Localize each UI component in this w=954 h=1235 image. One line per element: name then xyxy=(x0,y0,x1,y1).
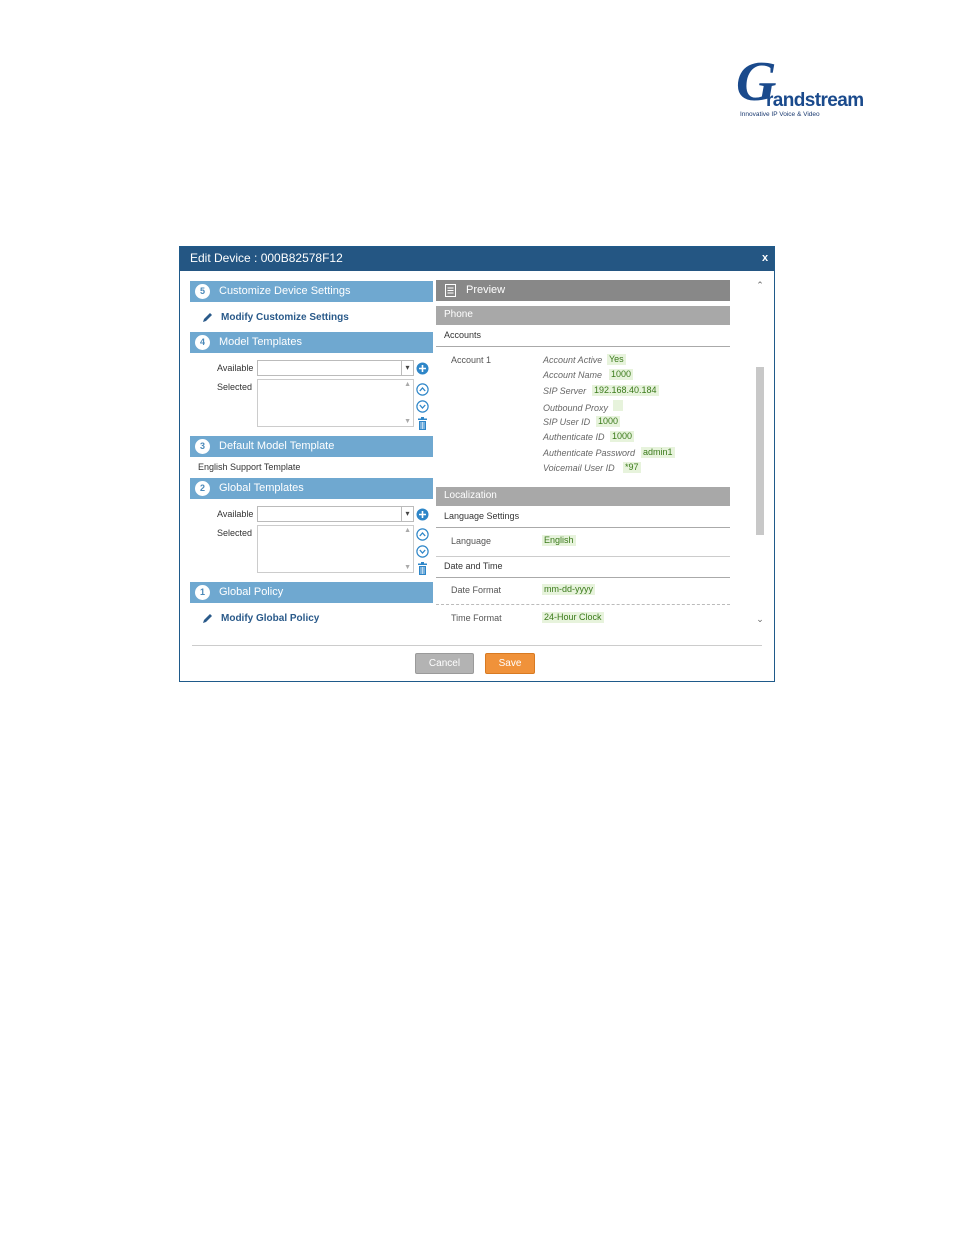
time-format-value: 24-Hour Clock xyxy=(542,612,604,623)
model-available-select[interactable]: ▾ xyxy=(257,360,414,376)
field-key: SIP User ID xyxy=(543,417,591,427)
default-template-value: English Support Template xyxy=(198,462,301,472)
scrollbar-thumb[interactable] xyxy=(756,367,764,535)
time-format-label: Time Format xyxy=(451,613,502,623)
date-time-subheader: Date and Time xyxy=(436,558,730,578)
field-value: *97 xyxy=(623,462,641,473)
language-value: English xyxy=(542,535,576,546)
pencil-icon xyxy=(203,313,212,322)
section-global-policy[interactable]: 1 Global Policy xyxy=(190,582,433,603)
section-label: Model Templates xyxy=(219,336,302,348)
field-value: Yes xyxy=(607,354,626,365)
section-global-templates[interactable]: 2 Global Templates xyxy=(190,478,433,499)
available-label: Available xyxy=(217,363,254,373)
dialog-titlebar: Edit Device : 000B82578F12 x xyxy=(180,247,774,271)
footer-divider xyxy=(192,645,762,646)
date-format-value: mm-dd-yyyy xyxy=(542,584,595,595)
divider xyxy=(436,604,730,605)
link-label: Modify Customize Settings xyxy=(221,312,349,323)
field-key: Authenticate Password xyxy=(543,448,636,458)
field-key: Account Active xyxy=(543,355,603,365)
cancel-button[interactable]: Cancel xyxy=(415,653,474,674)
trash-icon[interactable] xyxy=(416,562,429,575)
edit-device-dialog: Edit Device : 000B82578F12 x 5 Customize… xyxy=(179,246,775,682)
field-key: Outbound Proxy xyxy=(543,403,609,413)
preview-header: Preview xyxy=(436,280,730,301)
selected-label: Selected xyxy=(217,382,253,392)
logo-word: randstream xyxy=(766,90,864,111)
trash-icon[interactable] xyxy=(416,417,429,430)
language-settings-subheader: Language Settings xyxy=(436,508,730,528)
selected-label: Selected xyxy=(217,528,253,538)
global-selected-list[interactable]: ▲ ▼ xyxy=(257,525,414,573)
field-key: Authenticate ID xyxy=(543,432,605,442)
section-default-model-template[interactable]: 3 Default Model Template xyxy=(190,436,433,457)
section-model-templates[interactable]: 4 Model Templates xyxy=(190,332,433,353)
language-label: Language xyxy=(451,536,492,546)
date-format-label: Date Format xyxy=(451,585,502,595)
add-icon[interactable] xyxy=(416,362,429,375)
scroll-down-icon: ▼ xyxy=(404,564,411,571)
field-key: Account Name xyxy=(543,370,603,380)
global-available-select[interactable]: ▾ xyxy=(257,506,414,522)
step-number: 5 xyxy=(195,284,210,299)
field-key: SIP Server xyxy=(543,386,587,396)
field-value: 1000 xyxy=(609,369,634,380)
divider xyxy=(436,556,730,557)
step-number: 3 xyxy=(195,439,210,454)
close-button[interactable]: x xyxy=(762,252,768,264)
move-up-icon[interactable] xyxy=(416,383,429,396)
chevron-down-icon: ▾ xyxy=(401,361,413,375)
scroll-up-icon: ▲ xyxy=(404,527,411,534)
accounts-subheader: Accounts xyxy=(436,327,730,347)
chevron-down-icon: ▾ xyxy=(401,507,413,521)
model-selected-list[interactable]: ▲ ▼ xyxy=(257,379,414,427)
chevron-down-icon[interactable]: ⌄ xyxy=(754,614,766,625)
section-label: Global Policy xyxy=(219,586,284,598)
dialog-title: Edit Device : 000B82578F12 xyxy=(190,251,343,265)
preview-title: Preview xyxy=(466,284,506,296)
phone-label: Phone xyxy=(444,309,473,320)
available-label: Available xyxy=(217,509,254,519)
account-row-label: Account 1 xyxy=(451,355,492,365)
save-button[interactable]: Save xyxy=(485,653,535,674)
section-label: Default Model Template xyxy=(219,440,335,452)
move-down-icon[interactable] xyxy=(416,545,429,558)
grandstream-logo: G randstream Innovative IP Voice & Video xyxy=(736,54,864,122)
move-up-icon[interactable] xyxy=(416,528,429,541)
field-value: admin1 xyxy=(641,447,675,458)
scroll-down-icon: ▼ xyxy=(404,418,411,425)
move-down-icon[interactable] xyxy=(416,400,429,413)
phone-header: Phone xyxy=(436,306,730,325)
field-value: 1000 xyxy=(596,416,621,427)
pencil-icon xyxy=(203,614,212,623)
logo-tagline: Innovative IP Voice & Video xyxy=(740,111,820,118)
scroll-up-icon: ▲ xyxy=(404,381,411,388)
section-label: Global Templates xyxy=(219,482,304,494)
add-icon[interactable] xyxy=(416,508,429,521)
section-label: Customize Device Settings xyxy=(219,285,351,297)
chevron-up-icon[interactable]: ⌃ xyxy=(754,280,766,291)
link-label: Modify Global Policy xyxy=(221,613,320,624)
field-value: 192.168.40.184 xyxy=(592,385,659,396)
step-number: 1 xyxy=(195,585,210,600)
field-value: 1000 xyxy=(610,431,635,442)
localization-label: Localization xyxy=(444,490,497,501)
field-value xyxy=(613,400,623,411)
step-number: 4 xyxy=(195,335,210,350)
step-number: 2 xyxy=(195,481,210,496)
document-icon xyxy=(445,284,456,297)
field-key: Voicemail User ID xyxy=(543,463,615,473)
localization-header: Localization xyxy=(436,487,730,506)
section-customize-device-settings[interactable]: 5 Customize Device Settings xyxy=(190,281,433,302)
